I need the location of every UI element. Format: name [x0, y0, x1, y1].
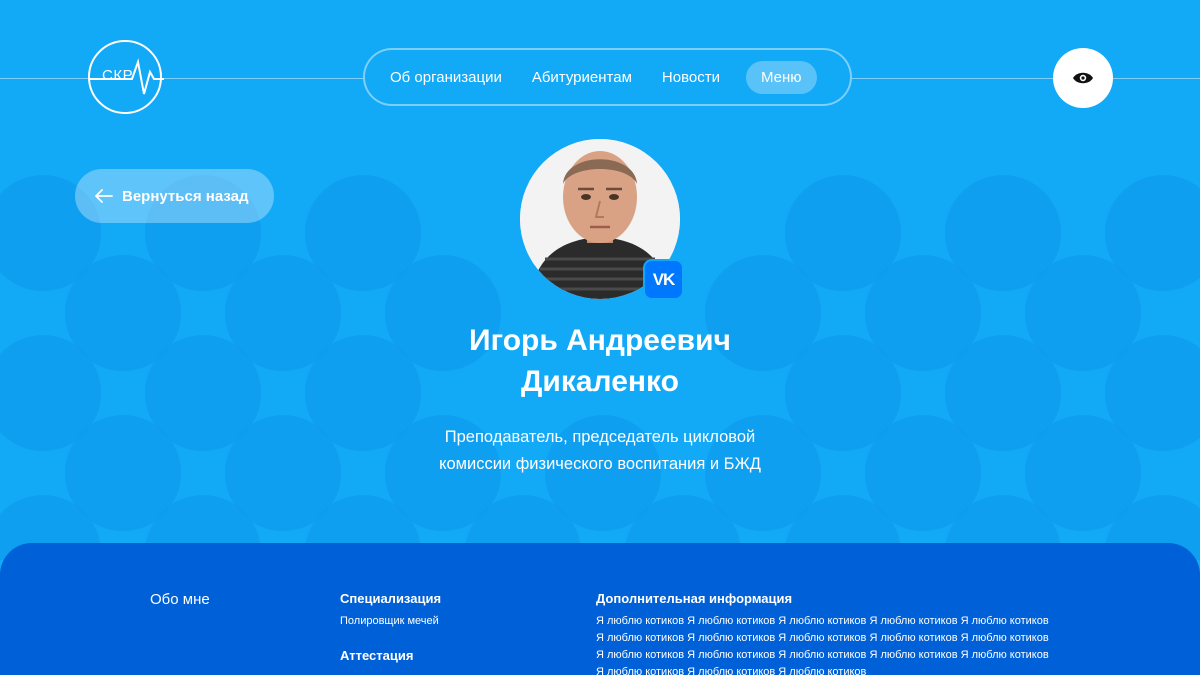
main-nav: Об организации Абитуриентам Новости Меню	[363, 48, 852, 106]
profile-name: Игорь Андреевич Дикаленко	[300, 320, 900, 402]
specialization-title: Специализация	[340, 591, 442, 606]
profile-role: Преподаватель, председатель цикловой ком…	[350, 424, 850, 478]
back-button[interactable]: Вернуться назад	[75, 169, 274, 223]
accessibility-button[interactable]	[1053, 48, 1113, 108]
name-line-2: Дикаленко	[521, 365, 679, 398]
attestation-title: Аттестация	[340, 648, 414, 663]
vk-link[interactable]: VK	[643, 259, 684, 300]
role-line-2: комиссии физического воспитания и БЖД	[439, 455, 761, 473]
arrow-left-icon	[95, 189, 113, 203]
nav-item-news[interactable]: Новости	[662, 69, 720, 86]
additional-info-text: Я люблю котиков Я люблю котиков Я люблю …	[596, 615, 1049, 675]
name-line-1: Игорь Андреевич	[469, 324, 731, 357]
vk-icon: VK	[652, 269, 676, 289]
specialization-value: Полировщик мечей	[340, 615, 439, 627]
pulse-icon	[90, 58, 164, 95]
additional-info-title: Дополнительная информация	[596, 591, 793, 606]
logo[interactable]: СКР	[88, 40, 164, 114]
about-title: Обо мне	[150, 591, 210, 608]
role-line-1: Преподаватель, председатель цикловой	[444, 428, 756, 446]
menu-button[interactable]: Меню	[745, 60, 817, 94]
eye-icon	[1073, 72, 1093, 84]
details-panel: Обо мне Специализация Полировщик мечей А…	[0, 543, 1200, 675]
back-button-label: Вернуться назад	[122, 187, 249, 205]
nav-item-about[interactable]: Об организации	[390, 69, 502, 86]
nav-item-applicants[interactable]: Абитуриентам	[532, 69, 632, 86]
